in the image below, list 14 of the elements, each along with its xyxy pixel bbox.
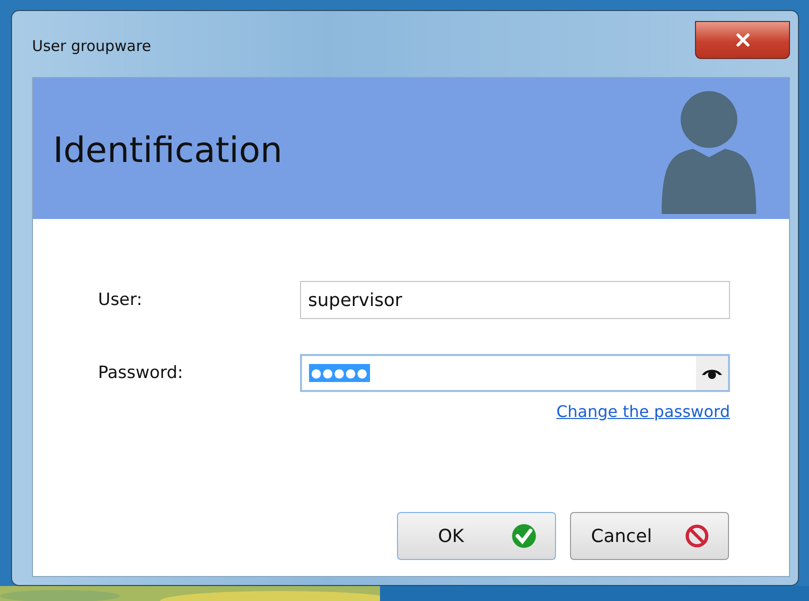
check-icon [511,523,537,549]
field-label: Password: [98,363,184,383]
cancel-button[interactable]: Cancel [570,512,729,560]
user-field[interactable]: supervisor [300,281,730,319]
header-title: Identification [53,130,282,170]
field-label: User: [98,290,144,310]
window-title: User groupware [32,37,152,55]
field-value: ●●●●● [309,364,370,382]
change-password-link[interactable]: Change the password [556,402,730,421]
ok-button[interactable]: OK [397,512,556,560]
field-value: supervisor [308,290,402,310]
close-button[interactable] [695,21,790,59]
prohibited-icon [684,523,710,549]
close-icon [734,32,750,48]
